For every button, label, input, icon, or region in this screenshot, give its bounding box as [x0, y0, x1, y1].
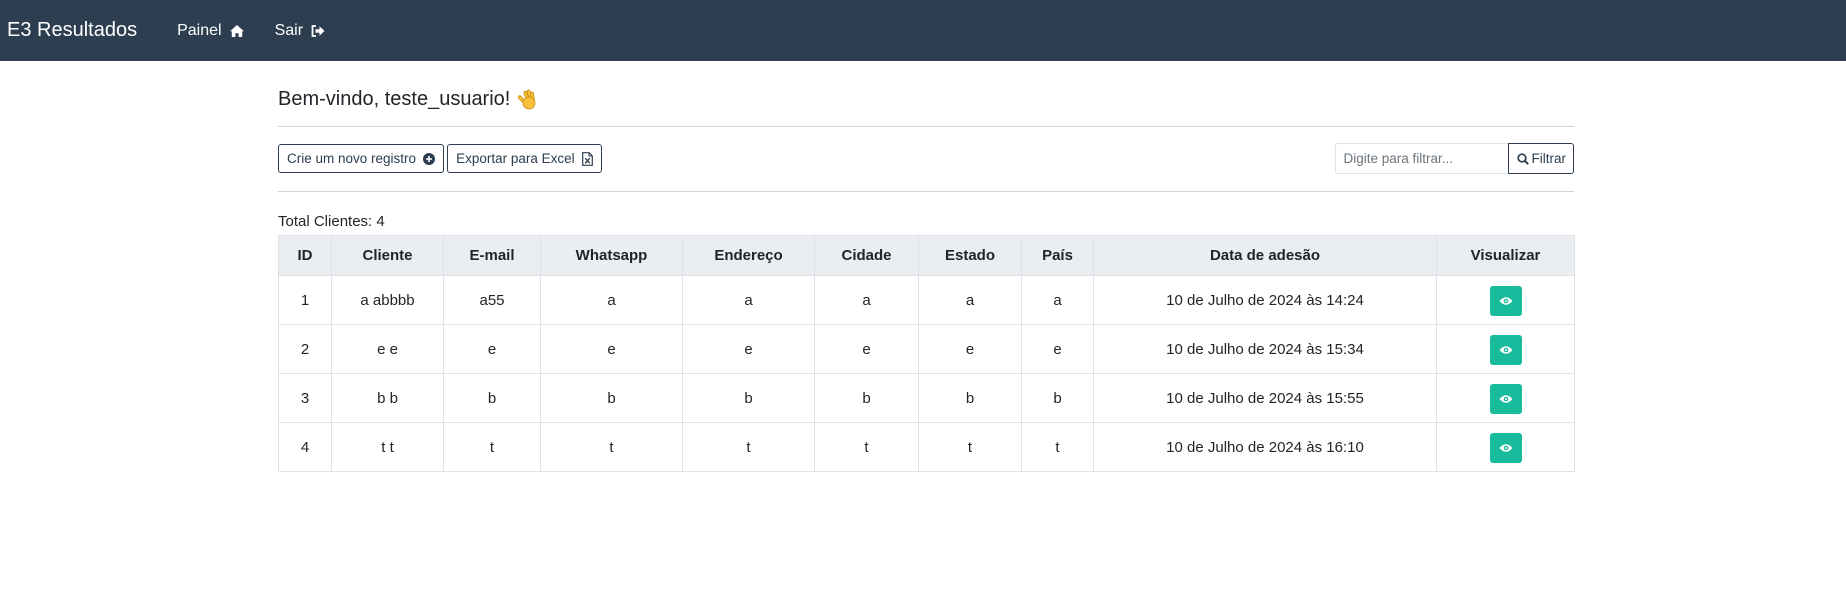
filter-button[interactable]: Filtrar: [1507, 143, 1574, 174]
column-header-cidade[interactable]: Cidade: [814, 235, 919, 276]
cell-whatsapp: e: [540, 324, 683, 374]
cell-pais: t: [1021, 422, 1094, 472]
nav-sair[interactable]: Sair: [275, 22, 325, 40]
cell-cliente: e e: [331, 324, 444, 374]
view-button[interactable]: [1489, 384, 1522, 414]
eye-icon: [1499, 395, 1512, 403]
cell-data-adesao: 10 de Julho de 2024 às 15:55: [1093, 373, 1437, 423]
cell-estado: b: [918, 373, 1022, 423]
cell-pais: a: [1021, 275, 1094, 325]
cell-email: a55: [443, 275, 541, 325]
new-record-button[interactable]: Crie um novo registro: [278, 144, 445, 173]
cell-cliente: t t: [331, 422, 444, 472]
total-clients: Total Clientes: 4: [278, 212, 385, 230]
cell-cliente: a abbbb: [331, 275, 444, 325]
cell-data-adesao: 10 de Julho de 2024 às 15:34: [1093, 324, 1437, 374]
column-header-estado[interactable]: Estado: [918, 235, 1022, 276]
cell-data-adesao: 10 de Julho de 2024 às 14:24: [1093, 275, 1437, 325]
cell-visualizar: [1436, 422, 1575, 472]
cell-endereco: a: [682, 275, 815, 325]
cell-whatsapp: t: [540, 422, 683, 472]
view-button[interactable]: [1489, 433, 1522, 463]
table-row: 1 a abbbb a55 a a a a a 10 de Julho de 2…: [278, 275, 1575, 325]
filter-group: Digite para filtrar... Filtrar: [1334, 143, 1574, 174]
cell-estado: e: [918, 324, 1022, 374]
cell-email: t: [443, 422, 541, 472]
cell-cidade: b: [814, 373, 919, 423]
navbar: E3 Resultados Painel Sair: [0, 0, 1846, 61]
cell-email: e: [443, 324, 541, 374]
welcome-heading: Bem-vindo, teste_usuario!: [278, 85, 1574, 113]
new-record-label: Crie um novo registro: [287, 151, 417, 166]
cell-id: 4: [278, 422, 332, 472]
column-header-visualizar: Visualizar: [1436, 235, 1575, 276]
table-row: 3 b b b b b b b b 10 de Julho de 2024 às…: [278, 373, 1575, 423]
cell-data-adesao: 10 de Julho de 2024 às 16:10: [1093, 422, 1437, 472]
eye-icon: [1499, 444, 1512, 452]
export-excel-button[interactable]: Exportar para Excel: [447, 144, 602, 173]
sign-out-icon: [311, 24, 325, 37]
file-excel-icon: [581, 151, 593, 166]
filter-button-label: Filtrar: [1531, 151, 1567, 166]
eye-icon: [1499, 346, 1512, 354]
cell-visualizar: [1436, 275, 1575, 325]
column-header-email[interactable]: E-mail: [443, 235, 541, 276]
column-header-cliente[interactable]: Cliente: [331, 235, 444, 276]
nav-painel-label: Painel: [177, 21, 222, 39]
table-row: 2 e e e e e e e e 10 de Julho de 2024 às…: [278, 324, 1575, 374]
cell-email: b: [443, 373, 541, 423]
cell-cidade: t: [814, 422, 919, 472]
toolbar: Crie um novo registro Exportar para Exce…: [278, 143, 1574, 174]
cell-id: 1: [278, 275, 332, 325]
cell-id: 3: [278, 373, 332, 423]
cell-pais: e: [1021, 324, 1094, 374]
search-icon: [1516, 152, 1529, 165]
cell-endereco: b: [682, 373, 815, 423]
cell-id: 2: [278, 324, 332, 374]
column-header-whatsapp[interactable]: Whatsapp: [540, 235, 683, 276]
view-button[interactable]: [1489, 286, 1522, 316]
cell-visualizar: [1436, 373, 1575, 423]
cell-pais: b: [1021, 373, 1094, 423]
column-header-id[interactable]: ID: [278, 235, 332, 276]
welcome-text: Bem-vindo, teste_usuario!: [278, 87, 511, 110]
nav-sair-label: Sair: [274, 21, 304, 39]
cell-whatsapp: b: [540, 373, 683, 423]
filter-input[interactable]: Digite para filtrar...: [1334, 143, 1508, 174]
cell-estado: t: [918, 422, 1022, 472]
column-header-data-adesao[interactable]: Data de adesão: [1093, 235, 1437, 276]
view-button[interactable]: [1489, 335, 1522, 365]
column-header-pais[interactable]: País: [1021, 235, 1094, 276]
cell-visualizar: [1436, 324, 1575, 374]
clients-table: ID Cliente E-mail Whatsapp Endereço Cida…: [278, 235, 1575, 472]
waving-hand-icon: [518, 89, 536, 110]
cell-endereco: e: [682, 324, 815, 374]
main-content: Bem-vindo, teste_usuario! Crie um novo r…: [278, 61, 1575, 472]
brand-link[interactable]: E3 Resultados: [7, 19, 137, 42]
nav-painel[interactable]: Painel: [177, 21, 244, 40]
table-header-row: ID Cliente E-mail Whatsapp Endereço Cida…: [278, 235, 1575, 276]
eye-icon: [1499, 297, 1512, 305]
cell-whatsapp: a: [540, 275, 683, 325]
divider: [278, 191, 1574, 192]
cell-endereco: t: [682, 422, 815, 472]
cell-cliente: b b: [331, 373, 444, 423]
plus-circle-icon: [423, 152, 436, 165]
export-excel-label: Exportar para Excel: [456, 151, 575, 166]
divider: [278, 126, 1574, 127]
column-header-endereco[interactable]: Endereço: [682, 235, 815, 276]
home-icon: [229, 24, 244, 37]
cell-cidade: a: [814, 275, 919, 325]
table-row: 4 t t t t t t t t 10 de Julho de 2024 às…: [278, 422, 1575, 472]
cell-cidade: e: [814, 324, 919, 374]
cell-estado: a: [918, 275, 1022, 325]
